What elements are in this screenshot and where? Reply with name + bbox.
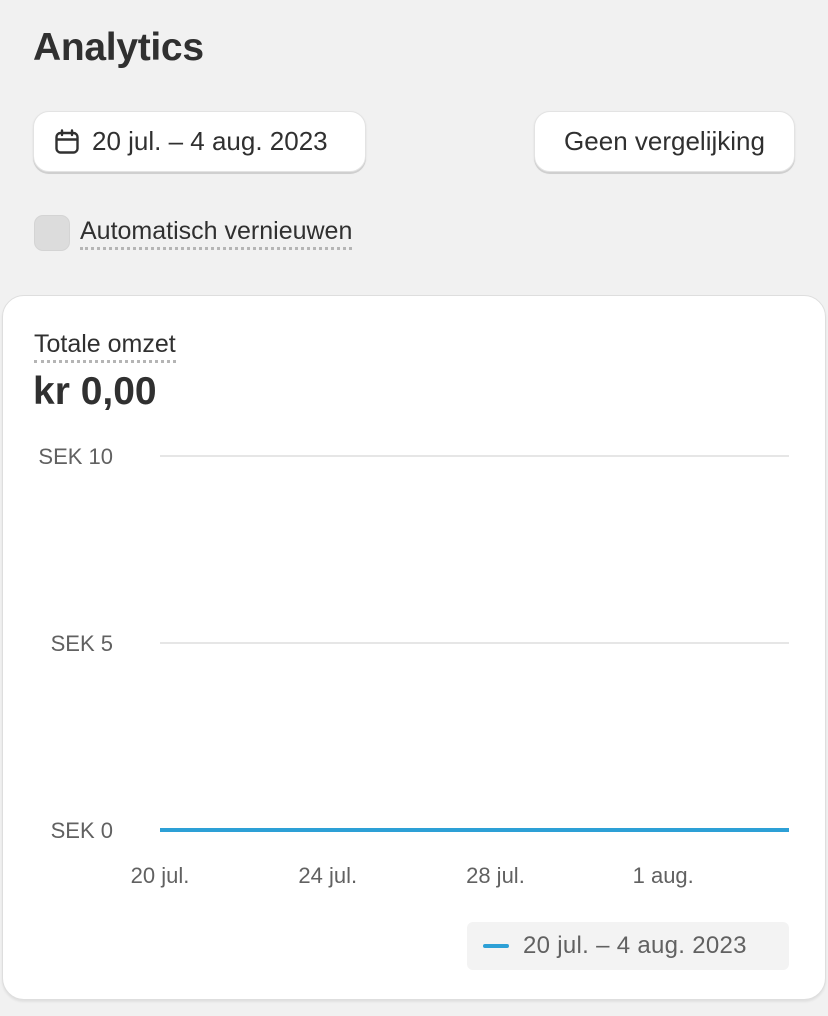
y-tick-label: SEK 0 [51,818,113,843]
page-title: Analytics [33,26,204,69]
y-tick-label: SEK 5 [51,631,113,656]
y-tick-label: SEK 10 [38,444,113,469]
x-tick-label: 1 aug. [633,863,694,888]
auto-refresh-checkbox[interactable] [34,215,70,251]
legend-label: 20 jul. – 4 aug. 2023 [523,932,747,959]
auto-refresh-label: Automatisch vernieuwen [80,217,353,250]
date-range-button[interactable]: 20 jul. – 4 aug. 2023 [33,111,366,172]
chart-legend[interactable]: 20 jul. – 4 aug. 2023 [467,922,789,970]
sales-chart: SEK 10 SEK 5 SEK 0 20 jul. 24 jul. 28 jul. 1 a… [38,444,789,888]
calendar-icon [54,128,80,155]
x-tick-label: 28 jul. [466,863,525,888]
legend-swatch [483,944,509,948]
x-tick-label: 20 jul. [131,863,190,888]
date-range-label: 20 jul. – 4 aug. 2023 [92,126,328,156]
x-tick-label: 24 jul. [298,863,357,888]
analytics-page: Analytics 20 jul. – 4 aug. 2023 Geen ver… [0,0,828,1016]
auto-refresh-toggle[interactable]: Automatisch vernieuwen [34,215,353,251]
comparison-label: Geen vergelijking [564,126,765,156]
total-sales-card: Totale omzet kr 0,00 SEK 10 SEK 5 SEK 0 20 … [2,295,826,1000]
comparison-button[interactable]: Geen vergelijking [534,111,795,172]
